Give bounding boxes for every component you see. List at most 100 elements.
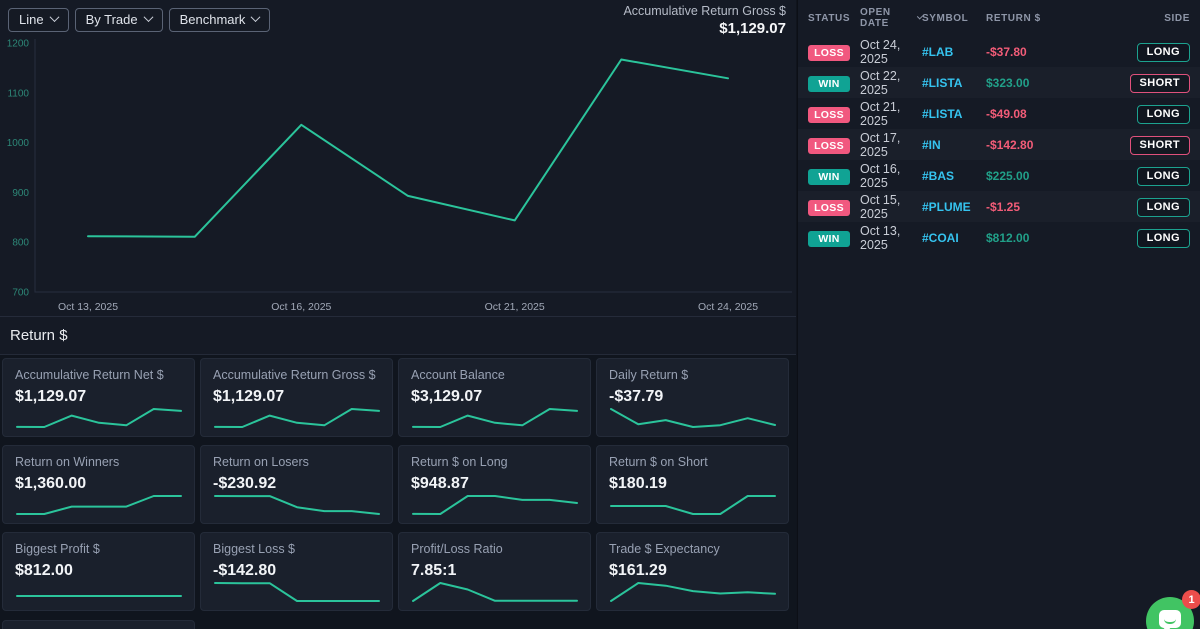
metric-card: Profit/Loss Ratio 7.85:1: [398, 532, 591, 611]
metric-title: Biggest Loss $: [213, 542, 295, 556]
metric-title: Return $ on Short: [609, 455, 708, 469]
symbol-link[interactable]: #LAB: [922, 45, 986, 59]
side-badge: LONG: [1136, 104, 1190, 124]
metric-value: $812.00: [15, 562, 73, 579]
chevron-down-icon: [143, 12, 154, 23]
metric-card: Return $ on Long $948.87: [398, 445, 591, 524]
chat-launcher-button[interactable]: 1: [1146, 590, 1200, 629]
status-badge: WIN: [808, 75, 850, 92]
metric-sparkline: [214, 582, 380, 602]
metric-value: 7.85:1: [411, 562, 457, 579]
metric-sparkline: [214, 495, 380, 515]
x-axis-tick: Oct 21, 2025: [485, 301, 545, 313]
status-badge: LOSS: [808, 137, 850, 154]
trade-row[interactable]: WIN Oct 13, 2025 #COAI $812.00 LONG: [798, 222, 1200, 253]
header-status[interactable]: STATUS: [808, 13, 860, 24]
side-badge: SHORT: [1129, 135, 1190, 155]
metric-title: Return on Winners: [15, 455, 120, 469]
status-badge: LOSS: [808, 199, 850, 216]
symbol-link[interactable]: #PLUME: [922, 200, 986, 214]
group-by-label: By Trade: [85, 12, 138, 27]
metric-card: Return $ on Short $180.19: [596, 445, 789, 524]
accumulative-return-line-chart[interactable]: 1200 1100 1000 900 800 700 Oct 13, 2025 Oct 16,…: [0, 0, 796, 317]
metric-card: Account Balance $3,129.07: [398, 358, 591, 437]
metric-sparkline: [16, 495, 182, 515]
metric-value: $1,129.07: [213, 388, 285, 405]
trades-table-panel: STATUS OPEN DATE SYMBOL RETURN $ SIDE LO…: [797, 0, 1200, 629]
symbol-link[interactable]: #COAI: [922, 231, 986, 245]
trade-row[interactable]: WIN Oct 22, 2025 #LISTA $323.00 SHORT: [798, 67, 1200, 98]
status-badge: LOSS: [808, 44, 850, 61]
metric-title: Trade $ Expectancy: [609, 542, 720, 556]
benchmark-label: Benchmark: [179, 12, 246, 27]
metric-value: $180.19: [609, 475, 667, 492]
metric-value: -$230.92: [213, 475, 277, 492]
open-date-cell: Oct 17, 2025: [860, 130, 901, 159]
x-axis-tick: Oct 16, 2025: [271, 301, 331, 313]
y-axis-tick: 900: [12, 188, 29, 199]
return-cell: $323.00: [986, 75, 1030, 90]
y-axis-tick: 1200: [7, 39, 30, 50]
trade-row[interactable]: WIN Oct 16, 2025 #BAS $225.00 LONG: [798, 160, 1200, 191]
metric-card: Daily Return $ -$37.79: [596, 358, 789, 437]
header-return[interactable]: RETURN $: [986, 13, 1120, 24]
metric-sparkline: [214, 408, 380, 428]
return-cell: $812.00: [986, 230, 1030, 245]
metrics-grid: Accumulative Return Net $ $1,129.07 Accumu…: [0, 356, 796, 611]
side-badge: LONG: [1136, 42, 1190, 62]
notification-badge: 1: [1182, 590, 1200, 609]
chart-metric-label: Accumulative Return Gross $: [623, 4, 786, 18]
symbol-link[interactable]: #LISTA: [922, 76, 986, 90]
return-cell: $225.00: [986, 168, 1030, 183]
chevron-down-icon: [250, 12, 261, 23]
open-date-cell: Oct 21, 2025: [860, 99, 901, 128]
equity-chart-panel: Line By Trade Benchmark Accumulative Ret…: [0, 0, 796, 317]
metric-card: Biggest Profit $ $812.00: [2, 532, 195, 611]
benchmark-dropdown[interactable]: Benchmark: [168, 8, 271, 32]
metric-card: Return on Losers -$230.92: [200, 445, 393, 524]
trade-row[interactable]: LOSS Oct 21, 2025 #LISTA -$49.08 LONG: [798, 98, 1200, 129]
metric-value: -$142.80: [213, 562, 277, 579]
symbol-link[interactable]: #BAS: [922, 169, 986, 183]
section-title: Return $: [10, 327, 68, 344]
metric-value: $161.29: [609, 562, 667, 579]
side-badge: SHORT: [1129, 73, 1190, 93]
metric-sparkline: [610, 408, 776, 428]
open-date-cell: Oct 24, 2025: [860, 37, 901, 66]
metric-sparkline: [16, 408, 182, 428]
metric-card: Return on Winners $1,360.00: [2, 445, 195, 524]
chart-metric-value: $1,129.07: [719, 20, 786, 37]
status-badge: WIN: [808, 168, 850, 185]
metric-card: Accumulative Return Net $ $1,129.07: [2, 358, 195, 437]
trade-row[interactable]: LOSS Oct 17, 2025 #IN -$142.80 SHORT: [798, 129, 1200, 160]
chart-type-dropdown[interactable]: Line: [8, 8, 69, 32]
group-by-dropdown[interactable]: By Trade: [74, 8, 163, 32]
equity-curve-line: [87, 58, 729, 238]
open-date-cell: Oct 13, 2025: [860, 223, 901, 252]
metric-sparkline: [610, 495, 776, 515]
trade-row[interactable]: LOSS Oct 15, 2025 #PLUME -$1.25 LONG: [798, 191, 1200, 222]
partial-next-card: [2, 620, 195, 629]
header-side[interactable]: SIDE: [1120, 13, 1190, 24]
status-badge: LOSS: [808, 106, 850, 123]
chart-toolbar: Line By Trade Benchmark: [8, 8, 271, 32]
return-cell: -$1.25: [986, 199, 1021, 214]
return-cell: -$37.80: [986, 44, 1027, 59]
metric-card: Trade $ Expectancy $161.29: [596, 532, 789, 611]
trading-dashboard: Line By Trade Benchmark Accumulative Ret…: [0, 0, 1200, 629]
metric-sparkline: [412, 408, 578, 428]
symbol-link[interactable]: #LISTA: [922, 107, 986, 121]
side-badge: LONG: [1136, 166, 1190, 186]
metric-card: Biggest Loss $ -$142.80: [200, 532, 393, 611]
header-symbol[interactable]: SYMBOL: [922, 13, 986, 24]
trade-row[interactable]: LOSS Oct 24, 2025 #LAB -$37.80 LONG: [798, 36, 1200, 67]
symbol-link[interactable]: #IN: [922, 138, 986, 152]
header-open-date[interactable]: OPEN DATE: [860, 7, 924, 29]
metric-title: Profit/Loss Ratio: [411, 542, 503, 556]
side-badge: LONG: [1136, 197, 1190, 217]
metrics-cards-area: Accumulative Return Net $ $1,129.07 Accumu…: [0, 356, 796, 629]
open-date-cell: Oct 16, 2025: [860, 161, 901, 190]
x-axis-tick: Oct 13, 2025: [58, 301, 118, 313]
y-axis-tick: 800: [12, 238, 29, 249]
left-column: Line By Trade Benchmark Accumulative Ret…: [0, 0, 796, 629]
